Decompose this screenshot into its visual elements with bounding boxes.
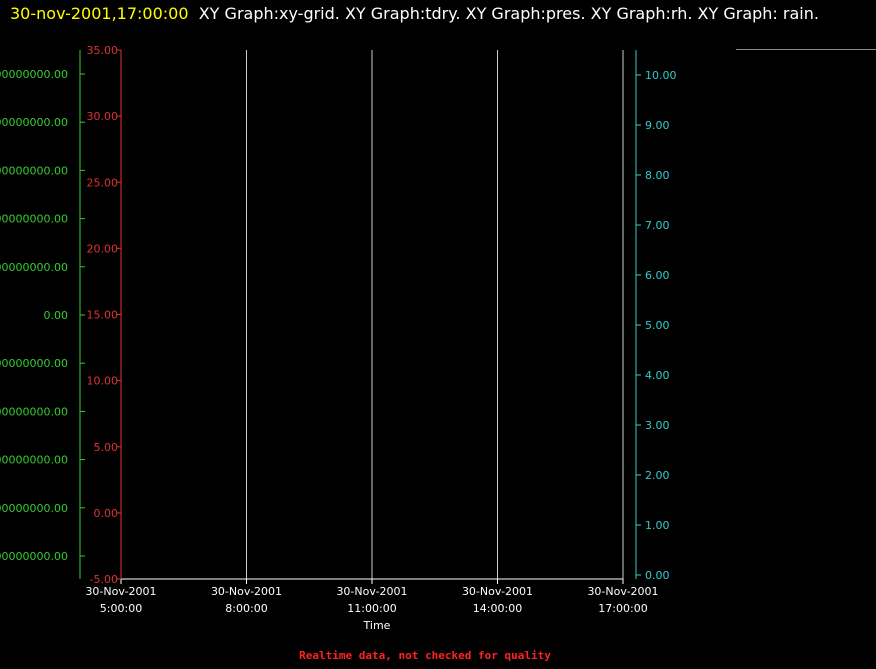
- y-tick-label-left-outer: 00000000.00: [0, 550, 68, 563]
- y-tick-label-right: 9.00: [645, 119, 670, 132]
- y-tick-label-left-outer: 00000000.00: [0, 502, 68, 515]
- y-tick-label-left-inner: 5.00: [94, 441, 119, 454]
- x-tick-label-date: 30-Nov-2001: [336, 585, 407, 598]
- y-tick-label-right: 2.00: [645, 469, 670, 482]
- y-tick-label-left-outer: 00000000.00: [0, 68, 68, 81]
- quality-note: Realtime data, not checked for quality: [299, 649, 551, 662]
- x-tick-label-time: 11:00:00: [347, 602, 396, 615]
- y-tick-label-right: 6.00: [645, 269, 670, 282]
- y-tick-label-right: 10.00: [645, 69, 677, 82]
- x-tick-label-time: 5:00:00: [100, 602, 142, 615]
- x-axis-label: Time: [363, 619, 391, 632]
- y-tick-label-left-outer: 00000000.00: [0, 116, 68, 129]
- y-tick-label-right: 1.00: [645, 519, 670, 532]
- y-tick-label-right: 4.00: [645, 369, 670, 382]
- y-tick-label-left-inner: 30.00: [87, 110, 119, 123]
- y-tick-label-left-inner: 20.00: [87, 242, 119, 255]
- y-tick-label-left-outer: 00000000.00: [0, 213, 68, 226]
- x-tick-label-date: 30-Nov-2001: [462, 585, 533, 598]
- y-tick-label-right: 5.00: [645, 319, 670, 332]
- y-tick-label-left-inner: 15.00: [87, 309, 119, 322]
- y-tick-label-left-inner: 10.00: [87, 375, 119, 388]
- y-tick-label-right: 8.00: [645, 169, 670, 182]
- y-tick-label-left-outer: 00000000.00: [0, 261, 68, 274]
- y-tick-label-left-inner: 35.00: [87, 44, 119, 57]
- y-tick-label-left-inner: 25.00: [87, 176, 119, 189]
- y-tick-label-left-outer: 00000000.00: [0, 405, 68, 418]
- xy-graph: 30-Nov-2001 5:00:00 30-Nov-2001 8:00:00 30-N…: [0, 44, 677, 632]
- y-tick-label-left-inner: -5.00: [90, 573, 118, 586]
- x-tick-label-date: 30-Nov-2001: [587, 585, 658, 598]
- x-tick-label-time: 14:00:00: [473, 602, 522, 615]
- x-tick-label-date: 30-Nov-2001: [211, 585, 282, 598]
- y-tick-label-right: 0.00: [645, 569, 670, 582]
- x-tick-label-time: 8:00:00: [225, 602, 267, 615]
- y-tick-label-left-outer: 00000000.00: [0, 357, 68, 370]
- y-tick-label-left-inner: 0.00: [94, 507, 119, 520]
- y-tick-label-left-outer: 00000000.00: [0, 454, 68, 467]
- x-tick-label-date: 30-Nov-2001: [85, 585, 156, 598]
- y-tick-label-left-outer: 00000000.00: [0, 164, 68, 177]
- y-tick-label-left-outer: 0.00: [44, 309, 69, 322]
- y-tick-label-right: 7.00: [645, 219, 670, 232]
- y-tick-label-right: 3.00: [645, 419, 670, 432]
- x-tick-label-time: 17:00:00: [598, 602, 647, 615]
